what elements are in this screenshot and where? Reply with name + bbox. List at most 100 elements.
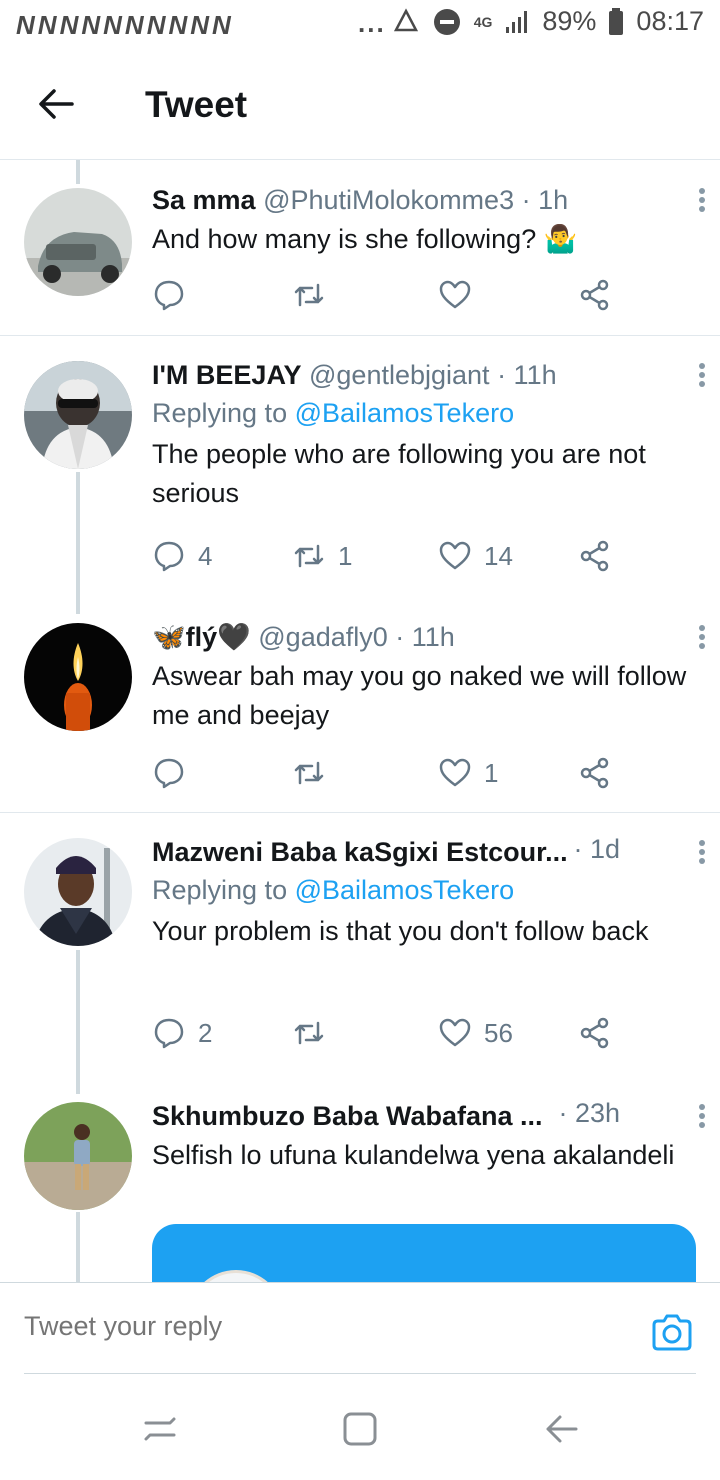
notification-icon: N (212, 9, 232, 40)
display-name[interactable]: Mazweni Baba kaSgixi Estcour... (152, 837, 568, 867)
more-vertical-icon[interactable] (692, 621, 712, 653)
share-action[interactable] (578, 278, 612, 312)
more-vertical-icon[interactable] (692, 1100, 712, 1132)
retweet-icon (294, 761, 324, 785)
reply-icon (154, 280, 184, 311)
notification-icon: N (59, 9, 80, 40)
like-action[interactable] (438, 278, 484, 312)
avatar[interactable] (24, 623, 132, 731)
more-vertical-icon[interactable] (692, 836, 712, 868)
share-icon (580, 1017, 609, 1049)
heart-icon (439, 541, 471, 570)
media-avatar (188, 1270, 284, 1282)
avatar[interactable] (24, 188, 132, 296)
reply-action[interactable] (152, 278, 198, 312)
media-card[interactable] (152, 1224, 696, 1282)
status-bar: N N N N N N N N N N ... 4G 89% 08:17 (0, 0, 720, 50)
tweet-text: Your problem is that you don't follow ba… (152, 916, 649, 946)
share-icon (580, 757, 609, 789)
retweet-icon (294, 1021, 324, 1045)
heart-icon (439, 1018, 471, 1047)
avatar[interactable] (24, 1102, 132, 1210)
retweet-action[interactable] (292, 278, 338, 312)
retweet-action[interactable]: 1 (292, 539, 352, 573)
battery-percent: 89% (542, 6, 597, 36)
notification-icons: N N N N N N N N N N (16, 10, 232, 41)
share-icon (580, 279, 609, 311)
replying-to: Replying to @BailamosTekero (152, 870, 692, 910)
retweet-count: 1 (338, 540, 353, 571)
recent-apps-icon[interactable] (140, 1409, 180, 1449)
reply-action[interactable]: 2 (152, 1016, 212, 1050)
display-name[interactable]: 🦋flý🖤 (152, 622, 251, 652)
tweet-actions: 1 (152, 756, 622, 796)
retweet-icon (294, 544, 324, 568)
back-icon[interactable] (542, 1409, 582, 1449)
notification-icon: N (124, 9, 145, 40)
share-action[interactable] (578, 1016, 612, 1050)
display-name[interactable]: I'M BEEJAY (152, 360, 301, 390)
tweet[interactable]: I'M BEEJAY @gentlebjgiant · 11h Replying… (0, 337, 720, 599)
notification-icon: N (37, 9, 58, 40)
tweet-time: · 1h (521, 185, 569, 215)
notification-icon: N (168, 9, 189, 40)
status-right: 4G 89% 08:17 (392, 6, 704, 37)
like-action[interactable]: 1 (438, 756, 498, 790)
notification-icon: N (146, 9, 167, 40)
network-type: 4G (473, 13, 493, 30)
display-name[interactable]: Skhumbuzo Baba Wabafana ... (152, 1101, 543, 1131)
avatar[interactable] (24, 838, 132, 946)
back-arrow-icon[interactable] (34, 82, 78, 126)
tweet[interactable]: 🦋flý🖤 @gadafly0 · 11h Aswear bah may you… (0, 599, 720, 813)
tweet-time: · 11h (395, 622, 455, 652)
recycle-icon (393, 7, 418, 31)
reply-icon (154, 1018, 184, 1049)
retweet-icon (294, 283, 324, 307)
tweet-feed[interactable]: Sa mma @PhutiMolokomme3 · 1h And how man… (0, 160, 720, 1282)
camera-icon[interactable] (650, 1311, 694, 1355)
replying-to-handle[interactable]: @BailamosTekero (295, 875, 515, 905)
like-count: 1 (484, 757, 499, 788)
heart-icon (439, 280, 471, 309)
reply-input[interactable] (24, 1301, 624, 1351)
replying-to: Replying to @BailamosTekero (152, 393, 692, 433)
tweet-time: · 1d (573, 834, 620, 864)
replying-to-handle[interactable]: @BailamosTekero (295, 398, 515, 428)
page-title: Tweet (145, 84, 248, 125)
reply-icon (154, 758, 184, 789)
like-action[interactable]: 14 (438, 539, 513, 573)
retweet-action[interactable] (292, 1016, 338, 1050)
do-not-disturb-icon (433, 8, 460, 35)
home-icon[interactable] (340, 1409, 380, 1449)
tweet-time: · 11h (497, 360, 557, 390)
like-count: 56 (484, 1017, 513, 1048)
tweet[interactable]: Sa mma @PhutiMolokomme3 · 1h And how man… (0, 160, 720, 336)
like-action[interactable]: 56 (438, 1016, 513, 1050)
reply-action[interactable]: 4 (152, 539, 212, 573)
more-vertical-icon[interactable] (692, 359, 712, 391)
system-nav-bar (0, 1375, 720, 1480)
tweet-actions: 2 56 (152, 1016, 622, 1056)
share-action[interactable] (578, 756, 612, 790)
reply-action[interactable] (152, 756, 198, 790)
reply-count: 2 (198, 1017, 213, 1048)
share-action[interactable] (578, 539, 612, 573)
app-header: Tweet (0, 52, 720, 160)
tweet-actions: 4 1 14 (152, 539, 622, 579)
signal-icon (506, 10, 528, 33)
tweet-time: · 23h (558, 1098, 620, 1128)
reply-icon (154, 541, 184, 572)
user-handle[interactable]: @gadafly0 (258, 622, 388, 652)
avatar[interactable] (24, 361, 132, 469)
heart-icon (439, 758, 471, 787)
notification-icon: N (103, 9, 123, 40)
tweet[interactable]: Mazweni Baba kaSgixi Estcour... · 1d Rep… (0, 814, 720, 1084)
display-name[interactable]: Sa mma (152, 185, 256, 215)
retweet-action[interactable] (292, 756, 338, 790)
user-handle[interactable]: @gentlebjgiant (309, 360, 490, 390)
notification-icon: N (16, 9, 36, 40)
more-vertical-icon[interactable] (692, 184, 712, 216)
user-handle[interactable]: @PhutiMolokomme3 (263, 185, 514, 215)
battery-icon (609, 7, 624, 35)
tweet-text: Aswear bah may you go naked we will foll… (152, 661, 687, 730)
